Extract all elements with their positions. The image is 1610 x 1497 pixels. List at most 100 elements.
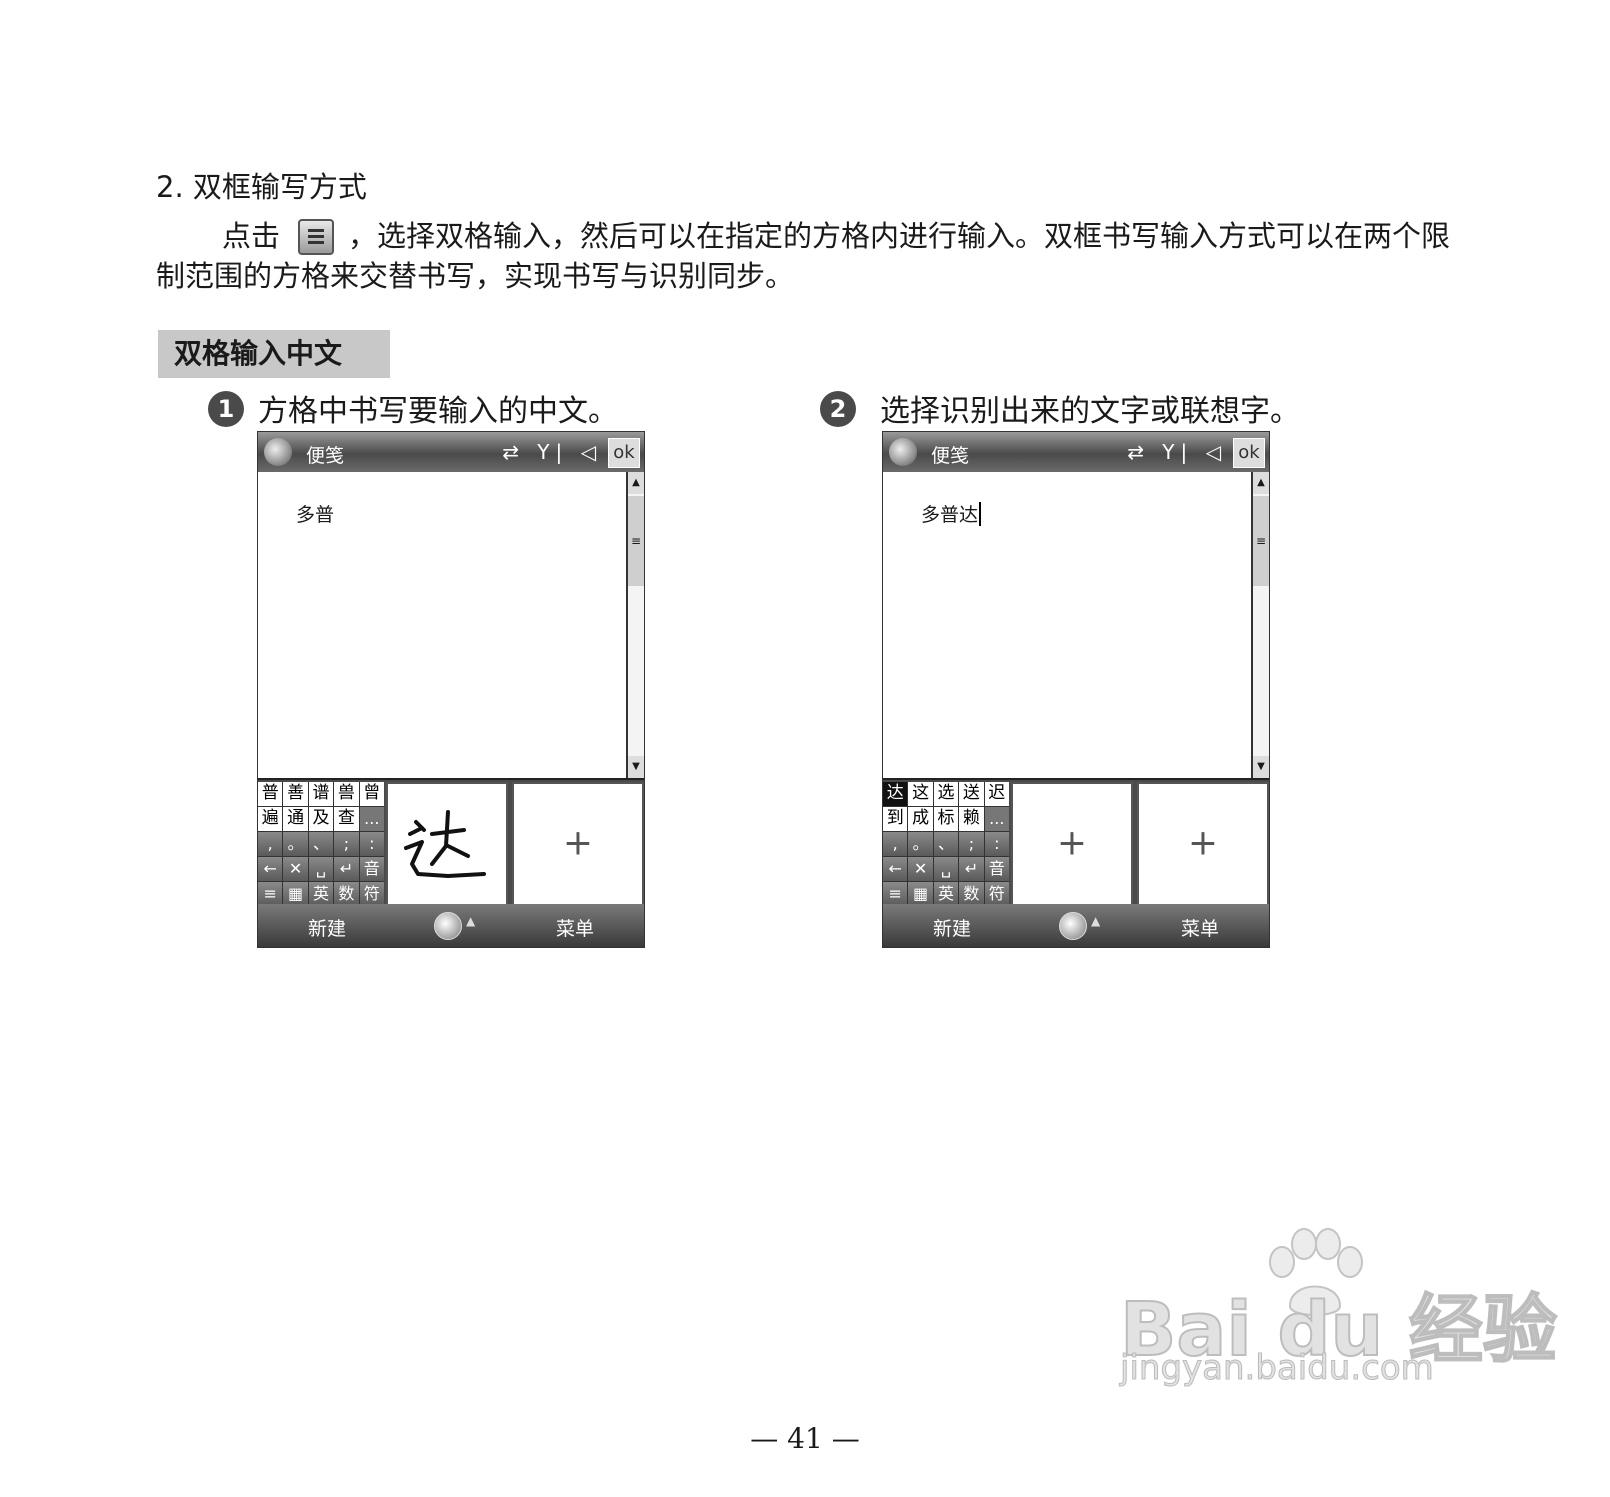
note-text: 多普达 xyxy=(921,500,982,527)
period-key[interactable]: 。 xyxy=(908,832,933,856)
candidate-key[interactable]: 兽 xyxy=(334,782,359,806)
section-heading: 2. 双框输写方式 xyxy=(156,170,367,204)
symbol-key[interactable]: 符 xyxy=(359,882,384,906)
candidate-key[interactable]: 成 xyxy=(908,807,933,831)
candidate-key[interactable]: 查 xyxy=(334,807,359,831)
colon-key[interactable]: : xyxy=(359,832,384,856)
scroll-down-arrow-icon[interactable]: ▼ xyxy=(628,756,644,778)
note-editor[interactable]: 多普 xyxy=(258,472,628,778)
candidate-key[interactable]: 谱 xyxy=(308,782,334,806)
menu-list-icon[interactable]: ≡ xyxy=(883,882,908,906)
status-icons[interactable]: ⇄ Y| ◁ xyxy=(1127,440,1227,464)
input-method-icon[interactable] xyxy=(434,912,462,940)
comma-key[interactable]: , xyxy=(883,832,908,856)
candidate-key[interactable]: 送 xyxy=(959,782,984,806)
step-1-badge: 1 xyxy=(208,391,244,427)
para-text-before-icon: 点击 xyxy=(222,219,281,253)
enter-icon[interactable]: ↵ xyxy=(334,857,359,881)
input-method-arrow-icon[interactable]: ▲ xyxy=(466,914,475,928)
new-softkey[interactable]: 新建 xyxy=(308,914,346,941)
pinyin-key[interactable]: 音 xyxy=(984,857,1009,881)
section-label: 双格输入中文 xyxy=(158,330,390,378)
enum-comma-key[interactable]: 、 xyxy=(308,832,334,856)
candidate-key[interactable]: 到 xyxy=(883,807,908,831)
step-2-badge: 2 xyxy=(820,391,856,427)
note-text-content: 多普达 xyxy=(921,504,979,526)
keyboard-icon[interactable]: ▦ xyxy=(908,882,933,906)
menu-bar: 新建 ▲ 菜单 xyxy=(258,904,644,947)
space-icon[interactable]: ␣ xyxy=(933,857,959,881)
writing-box-right[interactable]: + xyxy=(512,782,644,906)
english-key[interactable]: 英 xyxy=(933,882,959,906)
candidate-key[interactable]: 通 xyxy=(283,807,308,831)
candidate-key[interactable]: 遍 xyxy=(258,807,283,831)
candidate-key[interactable]: 标 xyxy=(933,807,959,831)
more-candidates-button[interactable]: ... xyxy=(984,807,1009,831)
comma-key[interactable]: , xyxy=(258,832,283,856)
menu-softkey[interactable]: 菜单 xyxy=(1181,914,1219,941)
menu-list-icon[interactable]: ≡ xyxy=(258,882,283,906)
candidate-key[interactable]: 普 xyxy=(258,782,283,806)
scroll-down-arrow-icon[interactable]: ▼ xyxy=(1253,756,1269,778)
pinyin-key[interactable]: 音 xyxy=(359,857,384,881)
menu-softkey[interactable]: 菜单 xyxy=(556,914,594,941)
number-key[interactable]: 数 xyxy=(334,882,359,906)
symbol-key[interactable]: 符 xyxy=(984,882,1009,906)
input-panel: 普 善 谱 兽 曾 遍 通 及 查 ... , 。 、 ; : ← ✕ ␣ ↵ … xyxy=(258,778,644,908)
vertical-scrollbar[interactable]: ▲ ≡ ▼ xyxy=(626,472,644,778)
semicolon-key[interactable]: ; xyxy=(334,832,359,856)
scroll-thumb[interactable]: ≡ xyxy=(1253,496,1269,586)
candidate-key[interactable]: 曾 xyxy=(359,782,384,806)
input-menu-icon xyxy=(298,219,335,255)
device-screen-2: 便笺 ⇄ Y| ◁ ok 多普达 ▲ ≡ ▼ 达 这 选 送 迟 到 成 标 赖… xyxy=(882,431,1270,948)
crosshair-icon: + xyxy=(562,822,594,864)
ok-button[interactable]: ok xyxy=(608,438,640,468)
selected-candidate-key[interactable]: 达 xyxy=(883,782,908,806)
colon-key[interactable]: : xyxy=(984,832,1009,856)
new-softkey[interactable]: 新建 xyxy=(933,914,971,941)
candidate-key[interactable]: 赖 xyxy=(959,807,984,831)
crosshair-icon: + xyxy=(1187,822,1219,864)
candidate-key[interactable]: 迟 xyxy=(984,782,1009,806)
baidu-watermark: Bai du 经验 jingyan.baidu.com xyxy=(1119,1228,1558,1408)
more-candidates-button[interactable]: ... xyxy=(359,807,384,831)
windows-start-icon[interactable] xyxy=(264,438,292,466)
vertical-scrollbar[interactable]: ▲ ≡ ▼ xyxy=(1251,472,1269,778)
candidate-key[interactable]: 及 xyxy=(308,807,334,831)
input-method-arrow-icon[interactable]: ▲ xyxy=(1091,914,1100,928)
windows-start-icon[interactable] xyxy=(889,438,917,466)
semicolon-key[interactable]: ; xyxy=(959,832,984,856)
device-screen-1: 便笺 ⇄ Y| ◁ ok 多普 ▲ ≡ ▼ 普 善 谱 兽 曾 遍 通 及 查 … xyxy=(257,431,645,948)
menu-bar: 新建 ▲ 菜单 xyxy=(883,904,1269,947)
space-icon[interactable]: ␣ xyxy=(308,857,334,881)
input-method-icon[interactable] xyxy=(1059,912,1087,940)
period-key[interactable]: 。 xyxy=(283,832,308,856)
english-key[interactable]: 英 xyxy=(308,882,334,906)
writing-box-left[interactable] xyxy=(386,782,508,906)
delete-icon[interactable]: ✕ xyxy=(908,857,933,881)
status-icons[interactable]: ⇄ Y| ◁ xyxy=(502,440,602,464)
candidate-key[interactable]: 善 xyxy=(283,782,308,806)
note-editor[interactable]: 多普达 xyxy=(883,472,1253,778)
scroll-thumb[interactable]: ≡ xyxy=(628,496,644,586)
candidate-keypad: 达 这 选 送 迟 到 成 标 赖 ... , 。 、 ; : ← ✕ ␣ ↵ … xyxy=(883,782,1009,906)
keyboard-icon[interactable]: ▦ xyxy=(283,882,308,906)
note-text: 多普 xyxy=(296,504,335,526)
writing-box-left[interactable]: + xyxy=(1011,782,1133,906)
writing-box-right[interactable]: + xyxy=(1137,782,1269,906)
crosshair-icon: + xyxy=(1056,822,1088,864)
enter-icon[interactable]: ↵ xyxy=(959,857,984,881)
delete-icon[interactable]: ✕ xyxy=(283,857,308,881)
backspace-icon[interactable]: ← xyxy=(883,857,908,881)
instruction-paragraph: 点击 ，选择双格输入，然后可以在指定的方格内进行输入。双框书写输入方式可以在两个限… xyxy=(156,216,1456,296)
step-2-text: 选择识别出来的文字或联想字。 xyxy=(880,394,1300,429)
scroll-up-arrow-icon[interactable]: ▲ xyxy=(628,472,644,494)
candidate-key[interactable]: 选 xyxy=(933,782,959,806)
scroll-up-arrow-icon[interactable]: ▲ xyxy=(1253,472,1269,494)
step-1-text: 方格中书写要输入的中文。 xyxy=(258,394,618,429)
backspace-icon[interactable]: ← xyxy=(258,857,283,881)
enum-comma-key[interactable]: 、 xyxy=(933,832,959,856)
number-key[interactable]: 数 xyxy=(959,882,984,906)
ok-button[interactable]: ok xyxy=(1233,438,1265,468)
candidate-key[interactable]: 这 xyxy=(908,782,933,806)
